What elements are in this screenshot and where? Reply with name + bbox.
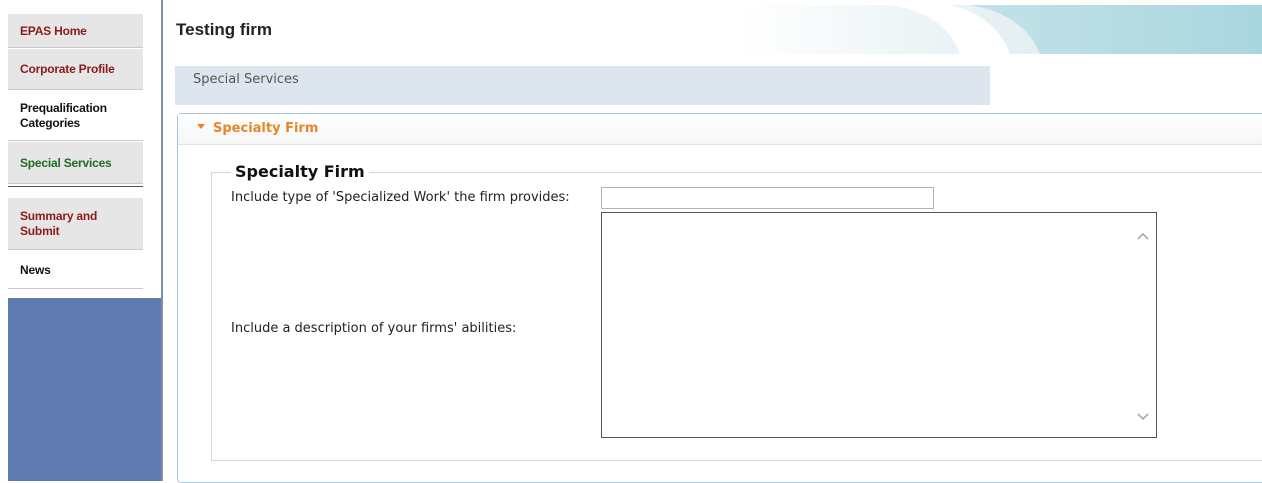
sidebar-item-label: Summary and Submit: [20, 208, 98, 238]
section-bar-label: Special Services: [193, 72, 299, 87]
sidebar-item-epas-home[interactable]: EPAS Home: [8, 14, 143, 48]
sidebar-item-prequalification-categories[interactable]: Prequalification Categories: [8, 91, 143, 141]
specialized-work-label: Include type of 'Specialized Work' the f…: [231, 190, 570, 205]
sidebar-item-corporate-profile[interactable]: Corporate Profile: [8, 49, 143, 90]
sidebar-item-special-services[interactable]: Special Services: [8, 142, 143, 184]
panel-title: Specialty Firm: [213, 121, 319, 136]
sidebar-border: [161, 0, 163, 481]
sidebar: EPAS Home Corporate Profile Prequalifica…: [0, 0, 164, 481]
scroll-up-icon[interactable]: [1136, 230, 1150, 244]
sidebar-divider: [8, 186, 143, 187]
panel-header[interactable]: Specialty Firm: [178, 114, 1262, 145]
page-title: Testing firm: [176, 20, 273, 39]
sidebar-item-news[interactable]: News: [8, 251, 143, 289]
sidebar-item-label: EPAS Home: [20, 23, 87, 38]
sidebar-item-summary-and-submit[interactable]: Summary and Submit: [8, 198, 143, 250]
sidebar-filler-block: [8, 298, 161, 481]
abilities-label: Include a description of your firms' abi…: [231, 321, 517, 336]
caret-down-icon: [197, 124, 205, 129]
abilities-textarea[interactable]: [601, 212, 1157, 438]
specialty-firm-panel: Specialty Firm Specialty Firm Include ty…: [177, 113, 1262, 483]
sidebar-item-label: News: [20, 262, 51, 277]
header-banner-art: [740, 5, 1262, 54]
sidebar-item-label: Prequalification Categories: [20, 100, 107, 130]
fieldset-legend: Specialty Firm: [231, 162, 369, 181]
sidebar-item-label: Corporate Profile: [20, 62, 115, 76]
scroll-down-icon[interactable]: [1136, 409, 1150, 423]
section-bar: Special Services: [175, 66, 990, 105]
specialized-work-input[interactable]: [601, 187, 934, 209]
sidebar-item-label: Special Services: [20, 155, 112, 170]
